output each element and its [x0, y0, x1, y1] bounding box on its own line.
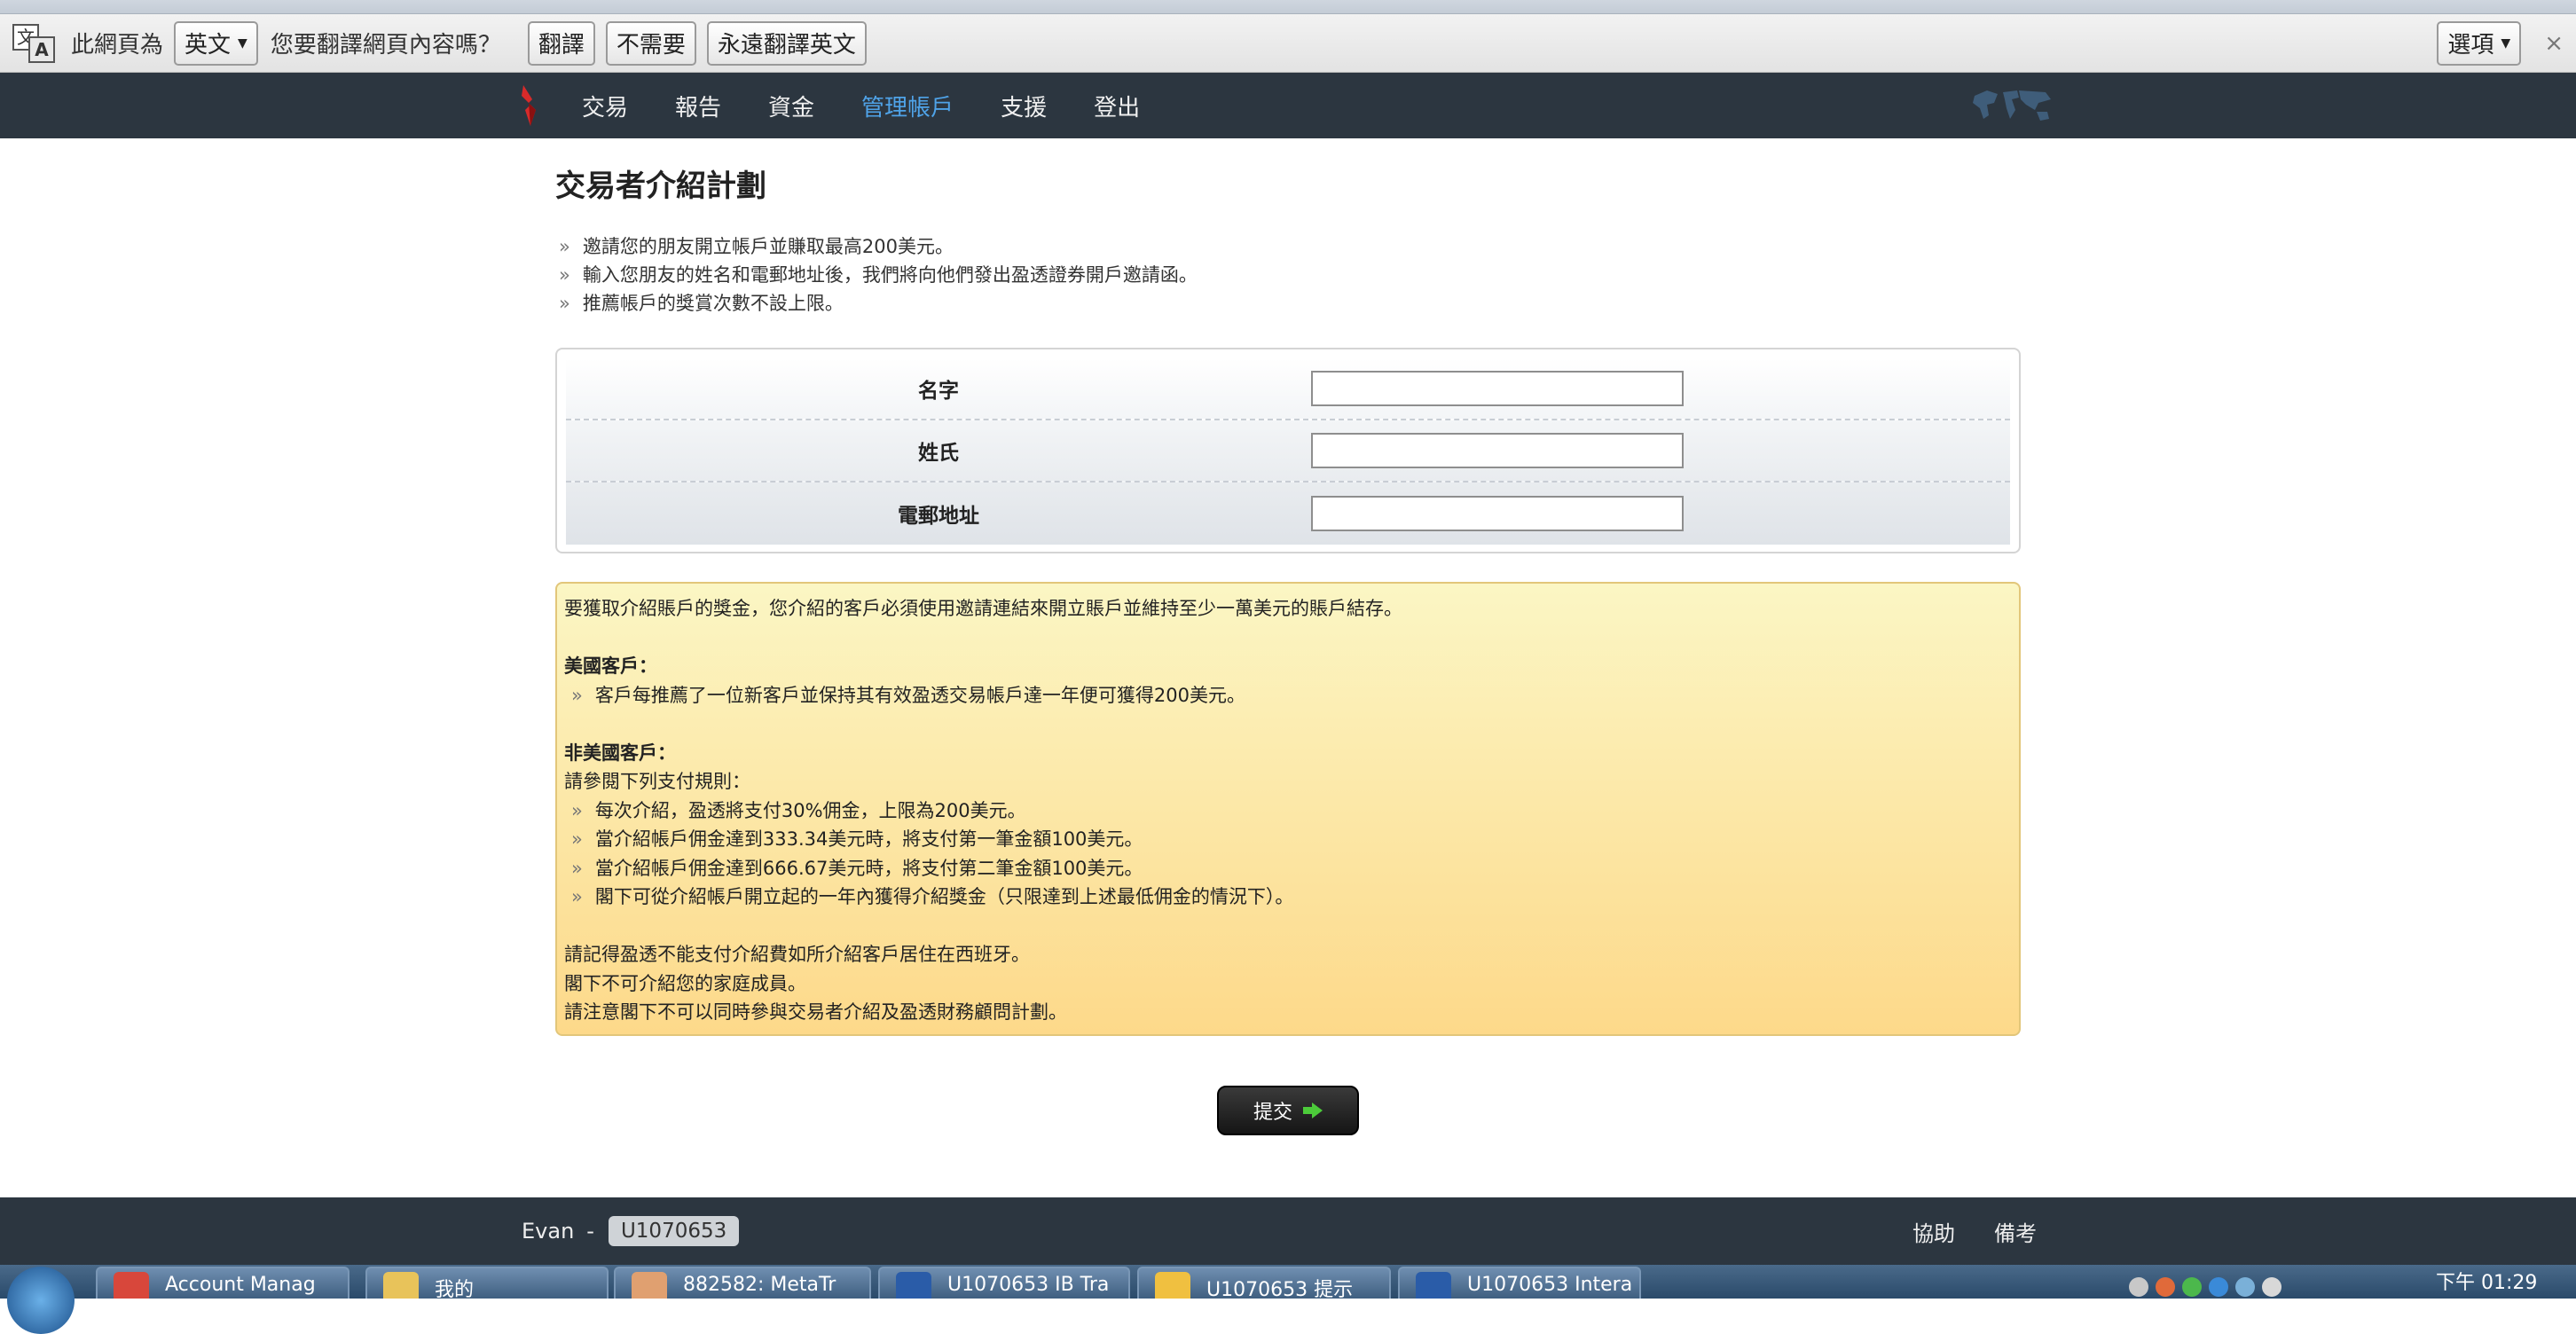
footer-links: 協助 備考 — [1912, 1197, 2076, 1265]
list-item: 推薦帳戶的獎賞次數不設上限。 — [559, 289, 1198, 318]
app-icon — [632, 1272, 667, 1299]
form-row-email: 電郵地址 — [566, 483, 2010, 545]
taskbar-item-label: 我的 — [435, 1279, 475, 1299]
nav-item[interactable]: 報告 — [675, 90, 721, 122]
nav-menu: 交易 報告 資金 管理帳戶 支援 登出 — [582, 73, 1187, 138]
note-line: 請記得盈透不能支付介紹費如所介紹客戶居住在西班牙。 — [564, 944, 1030, 965]
first-name-label: 名字 — [918, 380, 959, 403]
ib-logo-icon — [522, 85, 536, 126]
user-name: Evan — [522, 1219, 575, 1244]
app-icon — [114, 1272, 149, 1299]
taskbar-item-label: U1070653 IB Tra — [947, 1274, 1110, 1296]
tray-icon[interactable] — [2156, 1277, 2175, 1297]
form-row-first-name: 名字 — [566, 358, 2010, 420]
app-icon — [1416, 1272, 1451, 1299]
browser-tab-strip — [0, 0, 2576, 14]
submit-button[interactable]: 提交 — [1217, 1086, 1359, 1135]
app-icon — [383, 1272, 419, 1299]
nav-item[interactable]: 資金 — [768, 90, 814, 122]
arrow-right-icon — [1303, 1103, 1323, 1118]
separator: - — [586, 1219, 594, 1244]
site-nav: 交易 報告 資金 管理帳戶 支援 登出 — [0, 73, 2576, 138]
footer-user-info: Evan - U1070653 — [522, 1197, 740, 1265]
tray-icon[interactable] — [2209, 1277, 2228, 1297]
email-input[interactable] — [1311, 496, 1684, 531]
notes-link[interactable]: 備考 — [1994, 1216, 2037, 1247]
tray-icon[interactable] — [2182, 1277, 2202, 1297]
tray-icon[interactable] — [2235, 1277, 2255, 1297]
app-icon — [1155, 1272, 1190, 1299]
list-item: 每次介紹，盈透將支付30%佣金，上限為200美元。 — [564, 796, 2012, 826]
taskbar-item-label: U1070653 提示 — [1206, 1279, 1354, 1299]
world-map-icon — [1973, 90, 2051, 121]
account-id-badge: U1070653 — [608, 1216, 740, 1246]
nav-item[interactable]: 管理帳戶 — [861, 90, 954, 122]
last-name-label: 姓氏 — [918, 442, 959, 465]
nav-item[interactable]: 支援 — [1001, 90, 1047, 122]
last-name-input[interactable] — [1311, 433, 1684, 468]
taskbar-item-label: U1070653 Intera — [1467, 1274, 1633, 1296]
taskbar-item[interactable]: 我的 — [365, 1267, 609, 1299]
options-label: 選項 — [2447, 32, 2494, 59]
email-label: 電郵地址 — [898, 505, 979, 528]
tray-icon[interactable] — [2262, 1277, 2281, 1297]
taskbar-item-label: Account Manag — [165, 1274, 316, 1296]
options-button[interactable]: 選項 ▼ — [2437, 20, 2522, 66]
non-us-clients-list: 每次介紹，盈透將支付30%佣金，上限為200美元。 當介紹帳戶佣金達到333.3… — [564, 796, 2012, 912]
nav-item[interactable]: 登出 — [1094, 90, 1140, 122]
list-item: 輸入您朋友的姓名和電郵地址後，我們將向他們發出盈透證券開戶邀請函。 — [559, 261, 1198, 289]
language-select[interactable]: 英文 ▼ — [174, 20, 258, 66]
list-item: 當介紹帳戶佣金達到666.67美元時，將支付第二筆金額100美元。 — [564, 854, 2012, 883]
list-item: 客戶每推薦了一位新客戶並保持其有效盈透交易帳戶達一年便可獲得200美元。 — [564, 681, 2012, 710]
taskbar-item[interactable]: U1070653 提示 — [1137, 1267, 1391, 1299]
language-select-label: 英文 — [185, 32, 232, 59]
windows-taskbar: Account Manag 我的 882582: MetaTr U1070653 IB… — [0, 1265, 2576, 1334]
submit-button-label: 提交 — [1253, 1102, 1292, 1124]
translate-prefix: 此網頁為 — [71, 32, 164, 59]
system-tray — [2129, 1265, 2289, 1299]
form-row-last-name: 姓氏 — [566, 420, 2010, 483]
tray-icon[interactable] — [2129, 1277, 2148, 1297]
start-button[interactable] — [7, 1267, 75, 1334]
taskbar-item[interactable]: U1070653 Intera — [1398, 1267, 1641, 1299]
taskbar-item[interactable]: 882582: MetaTr — [614, 1267, 871, 1299]
taskbar-item-label: 882582: MetaTr — [683, 1274, 836, 1296]
chevron-down-icon: ▼ — [2501, 35, 2511, 51]
taskbar-clock: 下午 01:29 — [2436, 1272, 2538, 1294]
intro-bullets: 邀請您的朋友開立帳戶並賺取最高200美元。 輸入您朋友的姓名和電郵地址後，我們將… — [559, 232, 1198, 318]
first-name-input[interactable] — [1311, 371, 1684, 406]
taskbar-item[interactable]: Account Manag — [96, 1267, 349, 1299]
chevron-down-icon: ▼ — [238, 35, 247, 51]
close-icon[interactable]: × — [2544, 30, 2564, 57]
site-footer: Evan - U1070653 協助 備考 — [0, 1197, 2576, 1265]
note-line: 請注意閣下不可以同時參與交易者介紹及盈透財務顧問計劃。 — [564, 1001, 1067, 1023]
referral-notice: 要獲取介紹賬戶的獎金，您介紹的客戶必須使用邀請連結來開立賬戶並維持至少一萬美元的… — [555, 582, 2021, 1036]
translate-button[interactable]: 翻譯 — [527, 20, 595, 66]
non-us-clients-heading: 非美國客戶： — [564, 742, 676, 764]
no-translate-button[interactable]: 不需要 — [605, 20, 696, 66]
referral-form: 名字 姓氏 電郵地址 — [555, 348, 2021, 553]
translate-icon: 文A — [12, 22, 55, 65]
notice-intro: 要獲取介紹賬戶的獎金，您介紹的客戶必須使用邀請連結來開立賬戶並維持至少一萬美元的… — [564, 598, 1402, 619]
us-clients-heading: 美國客戶： — [564, 655, 657, 677]
nav-item[interactable]: 交易 — [582, 90, 628, 122]
payment-rules-subheading: 請參閱下列支付規則： — [564, 771, 750, 792]
list-item: 閣下可從介紹帳戶開立起的一年內獲得介紹獎金（只限達到上述最低佣金的情況下）。 — [564, 883, 2012, 912]
always-translate-button[interactable]: 永遠翻譯英文 — [706, 20, 867, 66]
page-title: 交易者介紹計劃 — [555, 169, 766, 204]
list-item: 邀請您的朋友開立帳戶並賺取最高200美元。 — [559, 232, 1198, 261]
list-item: 當介紹帳戶佣金達到333.34美元時，將支付第一筆金額100美元。 — [564, 825, 2012, 854]
translate-bar: 文A 此網頁為 英文 ▼ 您要翻譯網頁內容嗎？ 翻譯 不需要 永遠翻譯英文 選項… — [0, 14, 2576, 73]
us-clients-list: 客戶每推薦了一位新客戶並保持其有效盈透交易帳戶達一年便可獲得200美元。 — [564, 681, 2012, 710]
app-icon — [896, 1272, 931, 1299]
translate-question: 您要翻譯網頁內容嗎？ — [270, 32, 501, 59]
taskbar-item[interactable]: U1070653 IB Tra — [878, 1267, 1130, 1299]
help-link[interactable]: 協助 — [1912, 1216, 1955, 1247]
note-line: 閣下不可介紹您的家庭成員。 — [564, 972, 806, 994]
